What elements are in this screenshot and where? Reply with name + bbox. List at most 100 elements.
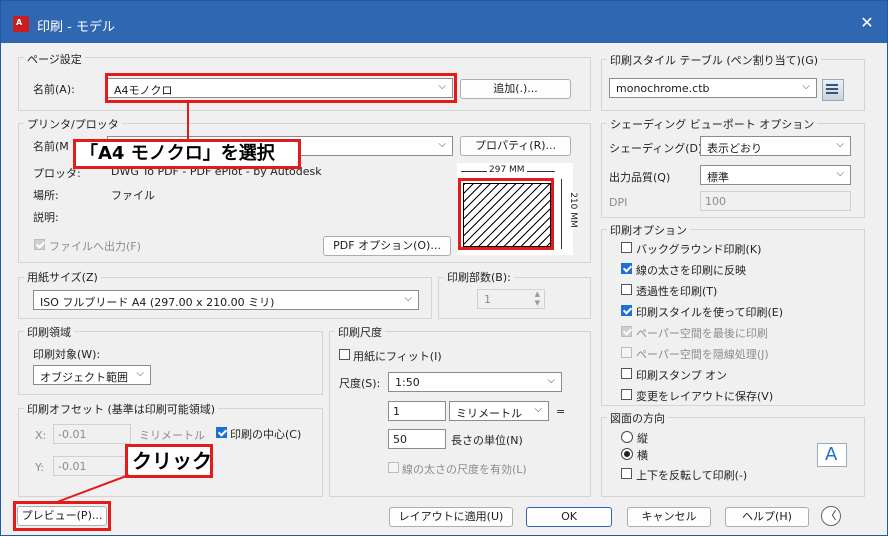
save-to-layout-checkbox[interactable] bbox=[621, 389, 632, 400]
spinner-up-icon[interactable]: ▲ bbox=[535, 290, 540, 298]
highlight-page-setup-name bbox=[105, 73, 457, 103]
scale-combo[interactable]: 1:50 ⌵ bbox=[388, 372, 562, 392]
window-title: 印刷 - モデル bbox=[37, 20, 115, 35]
scale-units-field[interactable]: 50 bbox=[388, 429, 446, 449]
chevron-down-icon: ⌵ bbox=[836, 168, 844, 179]
quality-combo[interactable]: 標準 ⌵ bbox=[700, 165, 851, 185]
preview-height-label: 210 MM bbox=[567, 192, 578, 228]
offset-y-field[interactable]: -0.01 bbox=[53, 456, 131, 476]
hide-paperspace-label: ペーパー空間を隠線処理(J) bbox=[636, 348, 769, 361]
annotation-connector-select bbox=[187, 103, 189, 139]
plot-area-group bbox=[18, 331, 323, 395]
print-to-file-label: ファイルへ出力(F) bbox=[49, 240, 141, 253]
plot-area-label: 印刷領域 bbox=[24, 324, 74, 340]
shade-plot-label: シェーディング(D) bbox=[609, 142, 703, 155]
location-label: 場所: bbox=[33, 189, 59, 202]
landscape-radio[interactable] bbox=[621, 448, 633, 460]
copies-spinner[interactable]: 1 ▲ ▼ bbox=[477, 289, 545, 309]
paper-size-label: 用紙サイズ(Z) bbox=[24, 269, 101, 285]
copies-label: 印刷部数(B): bbox=[444, 269, 514, 285]
offset-x-unit: ミリメートル bbox=[139, 429, 205, 442]
plot-lineweights-checkbox[interactable] bbox=[621, 263, 632, 274]
scale-lineweights-label: 線の太さの尺度を有効(L) bbox=[402, 463, 527, 476]
plot-paperspace-last-checkbox[interactable] bbox=[621, 326, 632, 337]
plot-style-edit-icon[interactable] bbox=[822, 79, 844, 101]
plot-what-value: オブジェクト範囲 bbox=[40, 371, 128, 384]
autocad-logo-icon: A bbox=[13, 16, 29, 32]
chevron-down-icon: ⌵ bbox=[547, 375, 555, 386]
quality-label: 出力品質(Q) bbox=[609, 171, 671, 184]
landscape-label: 横 bbox=[637, 449, 648, 462]
dpi-value: 100 bbox=[705, 195, 726, 208]
apply-to-layout-button[interactable]: レイアウトに適用(U) bbox=[389, 507, 513, 527]
title-bar: A 印刷 - モデル ✕ bbox=[1, 1, 887, 43]
plot-paperspace-last-label: ペーパー空間を最後に印刷 bbox=[636, 327, 768, 340]
scale-lineweights-checkbox[interactable] bbox=[388, 462, 399, 473]
spinner-down-icon[interactable]: ▼ bbox=[535, 299, 540, 307]
center-plot-label: 印刷の中心(C) bbox=[230, 428, 302, 441]
dpi-field[interactable]: 100 bbox=[700, 191, 851, 211]
ok-button[interactable]: OK bbox=[526, 507, 612, 527]
plot-style-table-label: 印刷スタイル テーブル (ペン割り当て)(G) bbox=[607, 52, 822, 68]
plot-options-label: 印刷オプション bbox=[607, 222, 690, 238]
fit-to-paper-label: 用紙にフィット(I) bbox=[353, 350, 442, 363]
plot-what-label: 印刷対象(W): bbox=[33, 348, 101, 361]
paper-size-combo[interactable]: ISO フルブリード A4 (297.00 x 210.00 ミリ) ⌵ bbox=[33, 290, 419, 310]
upside-down-checkbox[interactable] bbox=[621, 468, 632, 479]
save-to-layout-label: 変更をレイアウトに保存(V) bbox=[636, 390, 774, 403]
preview-height-dimension bbox=[561, 179, 562, 249]
copies-value: 1 bbox=[484, 293, 491, 306]
plot-what-combo[interactable]: オブジェクト範囲 ⌵ bbox=[33, 365, 151, 385]
portrait-radio[interactable] bbox=[621, 431, 633, 443]
orientation-icon-letter: A bbox=[825, 444, 838, 465]
cancel-button[interactable]: キャンセル bbox=[627, 507, 711, 527]
scale-numerator-field[interactable]: 1 bbox=[388, 401, 446, 421]
chevron-down-icon: ⌵ bbox=[438, 139, 446, 150]
annotation-select-callout: 「A4 モノクロ」を選択 bbox=[73, 139, 301, 169]
chevron-down-icon: ⌵ bbox=[802, 81, 810, 92]
printer-name-label: 名前(M bbox=[33, 140, 69, 153]
chevron-down-icon: ⌵ bbox=[534, 404, 542, 415]
edit-icon-lines bbox=[826, 84, 838, 86]
logo-letter: A bbox=[16, 18, 23, 27]
add-page-setup-button[interactable]: 追加(.)... bbox=[460, 79, 571, 99]
fit-to-paper-checkbox[interactable] bbox=[339, 349, 350, 360]
center-plot-checkbox[interactable] bbox=[216, 427, 227, 438]
offset-y-value: -0.01 bbox=[58, 460, 87, 473]
description-label: 説明: bbox=[33, 211, 59, 224]
paper-size-value: ISO フルブリード A4 (297.00 x 210.00 ミリ) bbox=[40, 296, 275, 309]
scale-unit-value: ミリメートル bbox=[456, 407, 522, 420]
properties-button[interactable]: プロパティ(R)... bbox=[460, 136, 571, 156]
plot-stamp-checkbox[interactable] bbox=[621, 368, 632, 379]
plot-with-styles-checkbox[interactable] bbox=[621, 305, 632, 316]
print-to-file-checkbox[interactable] bbox=[34, 239, 45, 250]
offset-x-value: -0.01 bbox=[58, 428, 87, 441]
hide-paperspace-checkbox[interactable] bbox=[621, 347, 632, 358]
page-setup-name-label: 名前(A): bbox=[33, 83, 75, 96]
portrait-label: 縦 bbox=[637, 432, 648, 445]
plot-style-table-value: monochrome.ctb bbox=[616, 82, 710, 95]
scale-unit-combo[interactable]: ミリメートル ⌵ bbox=[449, 401, 549, 421]
scale-value: 1:50 bbox=[395, 376, 420, 389]
collapse-icon[interactable]: 〈 bbox=[821, 506, 841, 526]
scale-units-value: 50 bbox=[393, 433, 407, 446]
orientation-label: 図面の方向 bbox=[607, 410, 668, 426]
quality-value: 標準 bbox=[707, 171, 729, 184]
scale-numerator-value: 1 bbox=[393, 405, 400, 418]
background-plot-label: バックグラウンド印刷(K) bbox=[636, 243, 762, 256]
offset-x-field[interactable]: -0.01 bbox=[53, 424, 131, 444]
highlight-preview-button bbox=[13, 501, 111, 531]
close-icon[interactable]: ✕ bbox=[857, 13, 877, 33]
shade-plot-combo[interactable]: 表示どおり ⌵ bbox=[700, 136, 851, 156]
offset-y-label: Y: bbox=[35, 461, 44, 474]
plot-with-styles-label: 印刷スタイルを使って印刷(E) bbox=[636, 306, 783, 319]
upside-down-label: 上下を反転して印刷(-) bbox=[636, 469, 748, 482]
shaded-viewport-label: シェーディング ビューポート オプション bbox=[607, 116, 818, 132]
background-plot-checkbox[interactable] bbox=[621, 242, 632, 253]
plot-style-table-combo[interactable]: monochrome.ctb ⌵ bbox=[609, 78, 817, 98]
chevron-down-icon: ⌵ bbox=[404, 293, 412, 304]
preview-width-label: 297 MM bbox=[487, 165, 527, 175]
help-button[interactable]: ヘルプ(H) bbox=[725, 507, 809, 527]
plot-transparency-checkbox[interactable] bbox=[621, 284, 632, 295]
pdf-options-button[interactable]: PDF オプション(O)... bbox=[323, 236, 451, 256]
